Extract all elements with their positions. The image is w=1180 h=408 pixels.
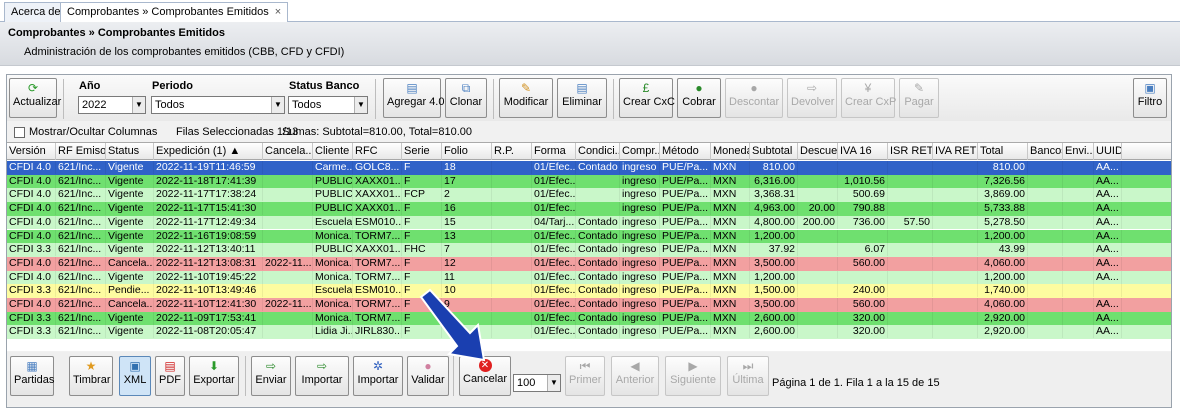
annotation-arrow [419,288,486,362]
arrow-shape [419,288,486,362]
